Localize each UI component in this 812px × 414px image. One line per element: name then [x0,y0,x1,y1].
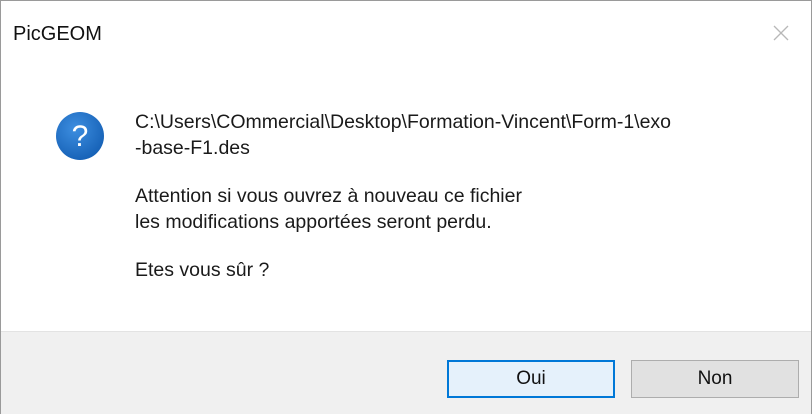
window-title: PicGEOM [13,23,102,45]
close-icon [772,24,790,47]
dialog-content: ? C:\Users\COmmercial\Desktop\Formation-… [1,63,811,331]
yes-button[interactable]: Oui [447,360,615,398]
close-button[interactable] [751,9,811,61]
message-dialog: PicGEOM ? C:\Users\COmmercial\Desktop\Fo… [0,0,812,414]
title-bar[interactable]: PicGEOM [1,1,811,63]
button-bar: Oui Non [1,331,811,414]
confirm-question-text: Etes vous sûr ? [135,259,270,281]
message-text: C:\Users\COmmercial\Desktop\Formation-Vi… [135,109,795,305]
file-path-text: C:\Users\COmmercial\Desktop\Formation-Vi… [135,111,672,159]
svg-text:?: ? [72,120,89,153]
warning-text: Attention si vous ouvrez à nouveau ce fi… [135,185,522,233]
question-icon: ? [55,111,105,161]
no-button[interactable]: Non [631,360,799,398]
